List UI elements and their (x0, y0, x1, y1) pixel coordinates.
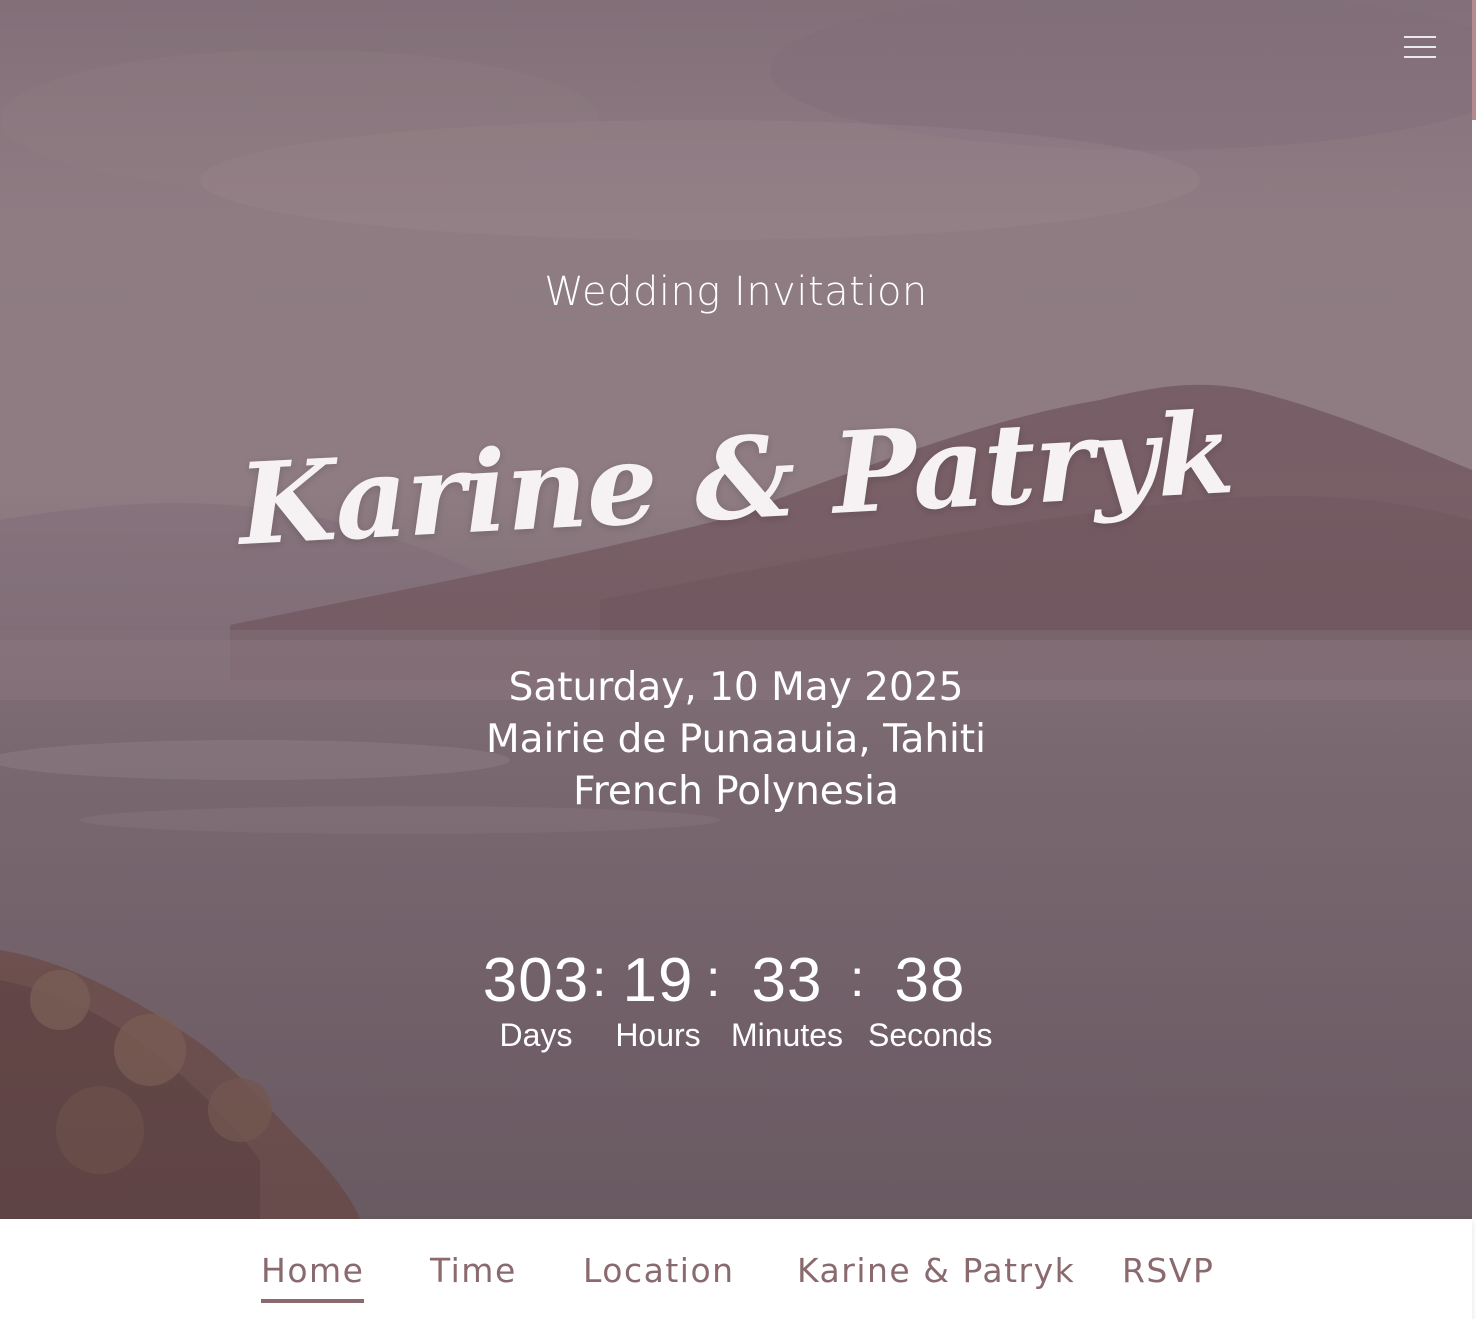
page-bottom-band (0, 1319, 1476, 1338)
countdown-separator: : (592, 950, 607, 1008)
countdown-days-label: Days (499, 1017, 573, 1053)
nav-item-home[interactable]: Home (261, 1249, 365, 1303)
event-details: Saturday, 10 May 2025 Mairie de Punaauia… (0, 662, 1472, 818)
nav-item-couple[interactable]: Karine & Patryk (797, 1249, 1075, 1299)
nav-item-location[interactable]: Location (583, 1249, 735, 1299)
menu-bar (1404, 36, 1436, 38)
hamburger-menu-icon[interactable] (1396, 28, 1444, 66)
countdown-separator: : (850, 950, 865, 1008)
scroll-edge-accent (1472, 0, 1476, 120)
menu-bar (1404, 46, 1436, 48)
countdown-seconds-label: Seconds (868, 1017, 993, 1053)
event-region: French Polynesia (573, 769, 899, 814)
countdown-minutes-value: 33 (751, 946, 823, 1015)
event-venue: Mairie de Punaauia, Tahiti (485, 717, 987, 762)
hero-section: Wedding Invitation Karine & Patryk Satur… (0, 0, 1472, 1219)
countdown-hours-value: 19 (622, 946, 694, 1015)
nav-item-time[interactable]: Time (430, 1249, 517, 1299)
countdown-timer: 303 Days : 19 Hours : 33 Minutes : 38 Se… (470, 945, 1010, 1065)
countdown-days: 303 Days (470, 945, 602, 1055)
countdown-seconds-value: 38 (894, 946, 966, 1015)
nav-list: Home Time Location Karine & Patryk RSVP (0, 1219, 1472, 1319)
page: Wedding Invitation Karine & Patryk Satur… (0, 0, 1476, 1338)
countdown-separator: : (706, 950, 721, 1008)
nav-item-rsvp[interactable]: RSVP (1122, 1249, 1214, 1299)
menu-bar (1404, 56, 1436, 58)
event-date: Saturday, 10 May 2025 (508, 665, 964, 710)
countdown-minutes-label: Minutes (730, 1017, 844, 1053)
countdown-minutes: 33 Minutes (726, 945, 848, 1055)
main-navigation: Home Time Location Karine & Patryk RSVP (0, 1219, 1472, 1319)
countdown-days-value: 303 (482, 946, 590, 1015)
countdown-hours-label: Hours (615, 1017, 701, 1053)
countdown-hours: 19 Hours (610, 945, 706, 1055)
invitation-subtitle: Wedding Invitation (544, 269, 928, 315)
countdown-seconds: 38 Seconds (868, 945, 993, 1055)
